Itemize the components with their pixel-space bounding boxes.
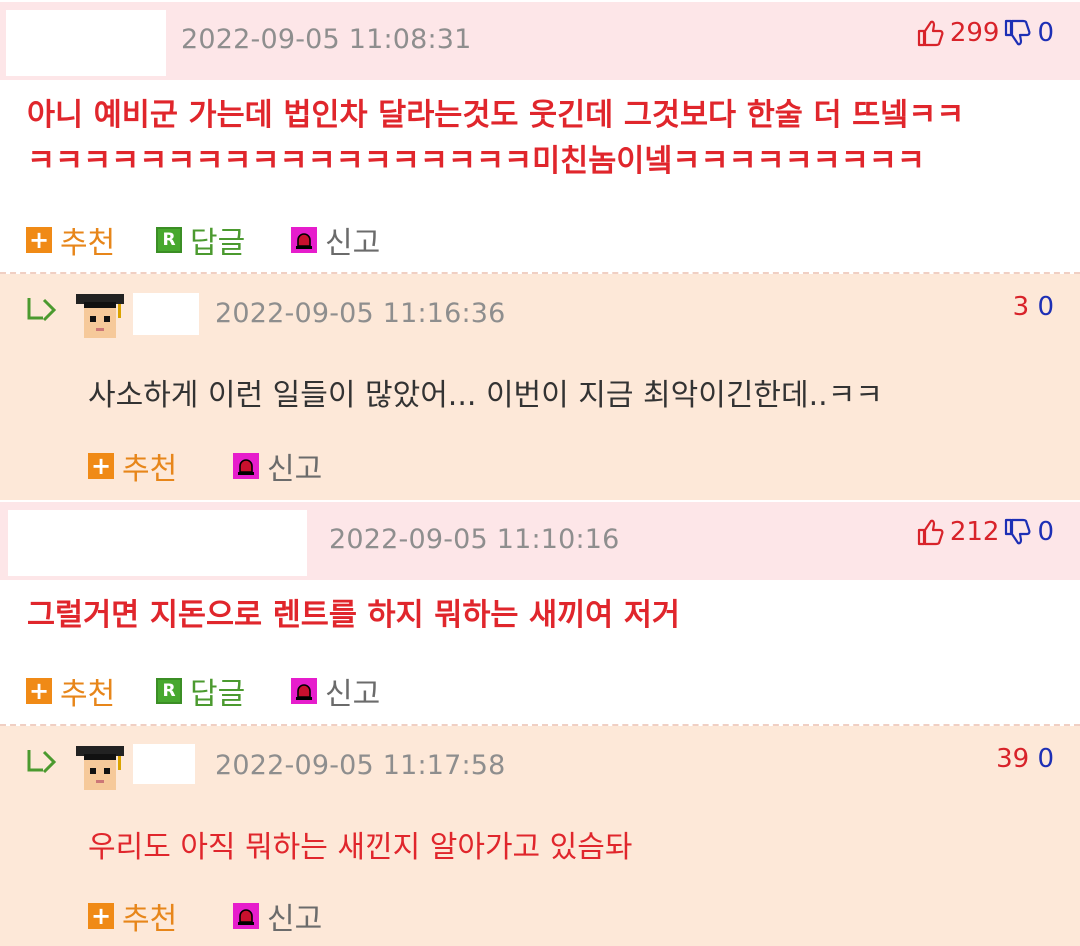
plus-icon: +: [26, 227, 52, 253]
comment-timestamp: 2022-09-05 11:08:31: [181, 24, 472, 55]
report-label: 신고: [267, 902, 323, 937]
reply-r-icon: R: [156, 227, 182, 253]
reply-author-masked[interactable]: [133, 293, 199, 335]
comment-timestamp: 2022-09-05 11:10:16: [329, 524, 620, 555]
reply-recommend-button[interactable]: + 추천: [88, 444, 177, 488]
thumbs-up-icon[interactable]: [916, 18, 946, 48]
reply-label: 답글: [190, 677, 246, 712]
downvote-count: 0: [1037, 517, 1054, 547]
reply-recommend-button[interactable]: + 추천: [88, 894, 177, 938]
report-button[interactable]: 신고: [291, 669, 380, 713]
comment-body-line: 그럴거면 지돈으로 렌트를 하지 뭐하는 새끼여 저거: [27, 598, 680, 633]
report-label: 신고: [325, 226, 381, 261]
reply-timestamp: 2022-09-05 11:17:58: [215, 750, 506, 781]
reply-report-button[interactable]: 신고: [233, 444, 322, 488]
downvote-count: 0: [1037, 18, 1054, 48]
reply-votes: 39 0: [996, 744, 1054, 774]
comment-body-line: ㅋㅋㅋㅋㅋㅋㅋㅋㅋㅋㅋㅋㅋㅋㅋㅋㅋㅋ미친놈이넼ㅋㅋㅋㅋㅋㅋㅋㅋㅋ: [27, 144, 925, 179]
plus-icon: +: [88, 903, 114, 929]
siren-icon: [291, 227, 317, 253]
reply-r-icon: R: [156, 678, 182, 704]
siren-icon: [233, 453, 259, 479]
reply-report-button[interactable]: 신고: [233, 894, 322, 938]
reply-downvote-count[interactable]: 0: [1037, 292, 1054, 322]
siren-icon: [291, 678, 317, 704]
reply-downvote-count[interactable]: 0: [1037, 744, 1054, 774]
recommend-button[interactable]: + 추천: [26, 669, 115, 713]
reply-button[interactable]: R 답글: [156, 669, 245, 713]
thumbs-down-icon[interactable]: [1003, 517, 1033, 547]
comment-votes: 212 0: [916, 517, 1054, 547]
plus-icon: +: [88, 453, 114, 479]
siren-icon: [233, 903, 259, 929]
reply-button[interactable]: R 답글: [156, 218, 245, 262]
recommend-label: 추천: [60, 226, 116, 261]
graduate-avatar-icon: [74, 742, 126, 794]
reply-upvote-count[interactable]: 3: [1013, 292, 1030, 322]
reply-text: 우리도 아직 뭐하는 새낀지 알아가고 있슴돠: [88, 830, 633, 865]
reply-votes: 3 0: [1013, 292, 1054, 322]
plus-icon: +: [26, 678, 52, 704]
upvote-count: 299: [949, 18, 1000, 48]
thumbs-down-icon[interactable]: [1003, 18, 1033, 48]
report-label: 신고: [325, 677, 381, 712]
comment-body-line: 아니 예비군 가는데 법인차 달라는것도 웃긴데 그것보다 한술 더 뜨넼ㅋㅋ: [27, 98, 965, 133]
comment-votes: 299 0: [916, 18, 1054, 48]
reply-text: 사소하게 이런 일들이 많았어... 이번이 지금 최악이긴한데..ㅋㅋ: [88, 378, 883, 413]
report-button[interactable]: 신고: [291, 218, 380, 262]
report-label: 신고: [267, 452, 323, 487]
reply-upvote-count[interactable]: 39: [996, 744, 1029, 774]
graduate-avatar-icon: [74, 290, 126, 342]
reply-arrow-icon: [26, 748, 60, 782]
upvote-count: 212: [949, 517, 1000, 547]
recommend-button[interactable]: + 추천: [26, 218, 115, 262]
author-name-masked[interactable]: [6, 10, 166, 76]
author-name-masked[interactable]: [8, 510, 307, 576]
reply-label: 답글: [190, 226, 246, 261]
reply-author-masked[interactable]: [133, 744, 195, 784]
reply-arrow-icon: [26, 296, 60, 330]
recommend-label: 추천: [60, 677, 116, 712]
thumbs-up-icon[interactable]: [916, 517, 946, 547]
reply-timestamp: 2022-09-05 11:16:36: [215, 298, 506, 329]
recommend-label: 추천: [122, 902, 178, 937]
recommend-label: 추천: [122, 452, 178, 487]
